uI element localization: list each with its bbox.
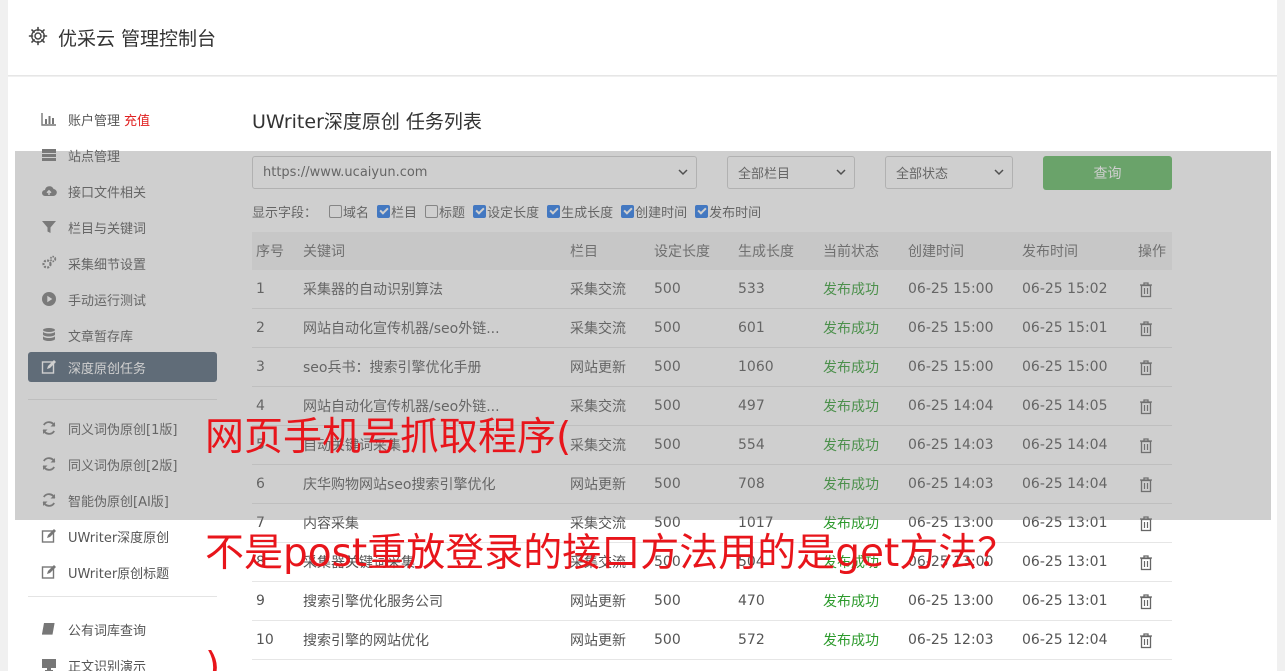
- sidebar-divider: [28, 596, 217, 597]
- sidebar-item-label: UWriter深度原创: [68, 530, 170, 546]
- row-status: 发布成功: [823, 594, 879, 610]
- edit-icon: [34, 557, 64, 587]
- sidebar-item-uwriter-deep[interactable]: UWriter深度原创: [28, 521, 217, 551]
- row-created: 06-25 12:03: [908, 632, 994, 648]
- recharge-link[interactable]: 充值: [124, 110, 150, 129]
- trash-icon: [1140, 554, 1152, 570]
- row-published: 06-25 13:01: [1022, 554, 1108, 570]
- delete-button[interactable]: [1138, 543, 1172, 581]
- watermark-line-3: ): [205, 645, 221, 671]
- delete-button[interactable]: [1138, 621, 1172, 659]
- row-gen-length: 572: [738, 632, 765, 648]
- sidebar-item-label: UWriter原创标题: [68, 566, 170, 582]
- delete-button[interactable]: [1138, 582, 1172, 620]
- trash-icon: [1140, 632, 1152, 648]
- row-gen-length: 470: [738, 593, 765, 609]
- page-title: UWriter深度原创 任务列表: [252, 111, 482, 133]
- table-row: 9 搜索引擎优化服务公司 网站更新 500 470 发布成功 06-25 13:00 06-2…: [252, 582, 1172, 621]
- sidebar-item-account[interactable]: 账户管理 充值: [28, 104, 217, 134]
- gear-icon: [28, 26, 48, 46]
- row-column: 网站更新: [570, 594, 626, 610]
- dim-overlay: [15, 151, 1271, 520]
- book-icon: [34, 614, 64, 644]
- sidebar-item-label: 正文识别演示: [68, 659, 147, 671]
- edit-icon: [34, 521, 64, 551]
- sidebar-item-label: 公有词库查询: [68, 623, 147, 639]
- row-index: 10: [256, 632, 274, 648]
- row-keyword[interactable]: 搜索引擎的网站优化: [303, 621, 565, 659]
- app-header: 优采云 管理控制台: [8, 0, 1277, 76]
- row-set-length: 500: [654, 632, 681, 648]
- sidebar-item-label: 账户管理: [68, 113, 121, 129]
- trash-icon: [1140, 593, 1152, 609]
- sidebar-item-public-dict[interactable]: 公有词库查询: [28, 614, 217, 644]
- sidebar-item-text-recognition[interactable]: 正文识别演示: [28, 650, 217, 671]
- row-index: 9: [256, 593, 265, 609]
- row-published: 06-25 12:04: [1022, 632, 1108, 648]
- watermark-line-1: 网页手机号抓取程序(: [205, 415, 572, 460]
- sidebar-item-uwriter-title[interactable]: UWriter原创标题: [28, 557, 217, 587]
- table-row: 10 搜索引擎的网站优化 网站更新 500 572 发布成功 06-25 12:03 06-2…: [252, 621, 1172, 660]
- row-column: 网站更新: [570, 633, 626, 649]
- app-title: 优采云 管理控制台: [58, 28, 217, 50]
- row-created: 06-25 13:00: [908, 593, 994, 609]
- monitor-icon: [34, 650, 64, 671]
- row-status: 发布成功: [823, 633, 879, 649]
- watermark-line-2: 不是post重放登录的接口方法用的是get方法？: [205, 531, 1017, 576]
- row-keyword[interactable]: 搜索引擎优化服务公司: [303, 582, 565, 620]
- row-published: 06-25 13:01: [1022, 593, 1108, 609]
- row-set-length: 500: [654, 593, 681, 609]
- bar-chart-icon: [34, 104, 64, 134]
